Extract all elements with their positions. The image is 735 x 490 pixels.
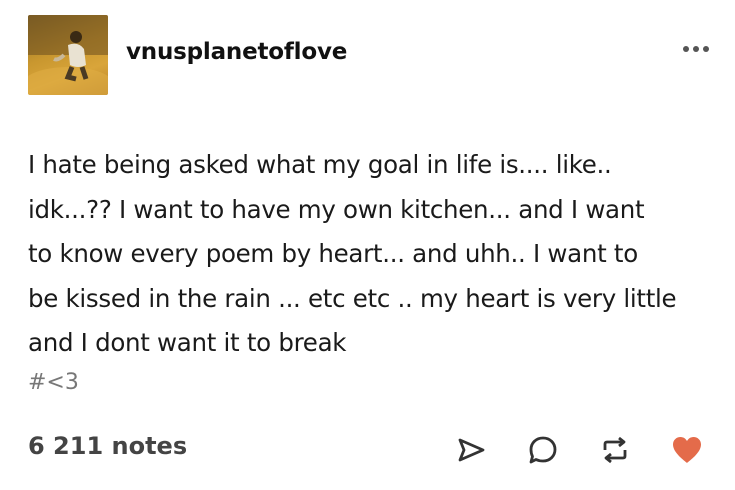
- reply-button[interactable]: [522, 430, 564, 470]
- post-footer: 6 211 notes: [28, 430, 708, 470]
- post-body-line: idk...?? I want to have my own kitchen..…: [28, 194, 645, 224]
- post-tag[interactable]: #<3: [28, 370, 79, 395]
- more-dot: [693, 46, 699, 52]
- share-icon: [458, 438, 485, 462]
- like-button[interactable]: [666, 430, 708, 470]
- more-options-icon[interactable]: [683, 46, 709, 52]
- more-dot: [683, 46, 689, 52]
- post-actions: [450, 430, 708, 470]
- post-body-line: I hate being asked what my goal in life …: [28, 150, 612, 179]
- post-body-line: to know every poem by heart... and uhh..…: [28, 239, 638, 268]
- share-button[interactable]: [450, 430, 492, 470]
- post-header: vnusplanetoflove: [28, 15, 347, 95]
- avatar[interactable]: [28, 15, 108, 95]
- reblog-button[interactable]: [594, 430, 636, 470]
- more-dot: [703, 46, 709, 52]
- post-body-line: be kissed in the rain ... etc etc .. my …: [28, 283, 677, 313]
- reply-icon: [529, 436, 557, 464]
- username[interactable]: vnusplanetoflove: [126, 39, 347, 65]
- notes-count[interactable]: 6 211 notes: [28, 432, 187, 460]
- heart-icon: [673, 437, 701, 463]
- post-body: I hate being asked what my goal in life …: [28, 143, 718, 366]
- post-body-line: and I dont want it to break: [28, 328, 347, 357]
- avatar-photo: [28, 15, 108, 95]
- reblog-icon: [603, 436, 627, 464]
- tumblr-post: vnusplanetoflove I hate being asked what…: [0, 0, 735, 490]
